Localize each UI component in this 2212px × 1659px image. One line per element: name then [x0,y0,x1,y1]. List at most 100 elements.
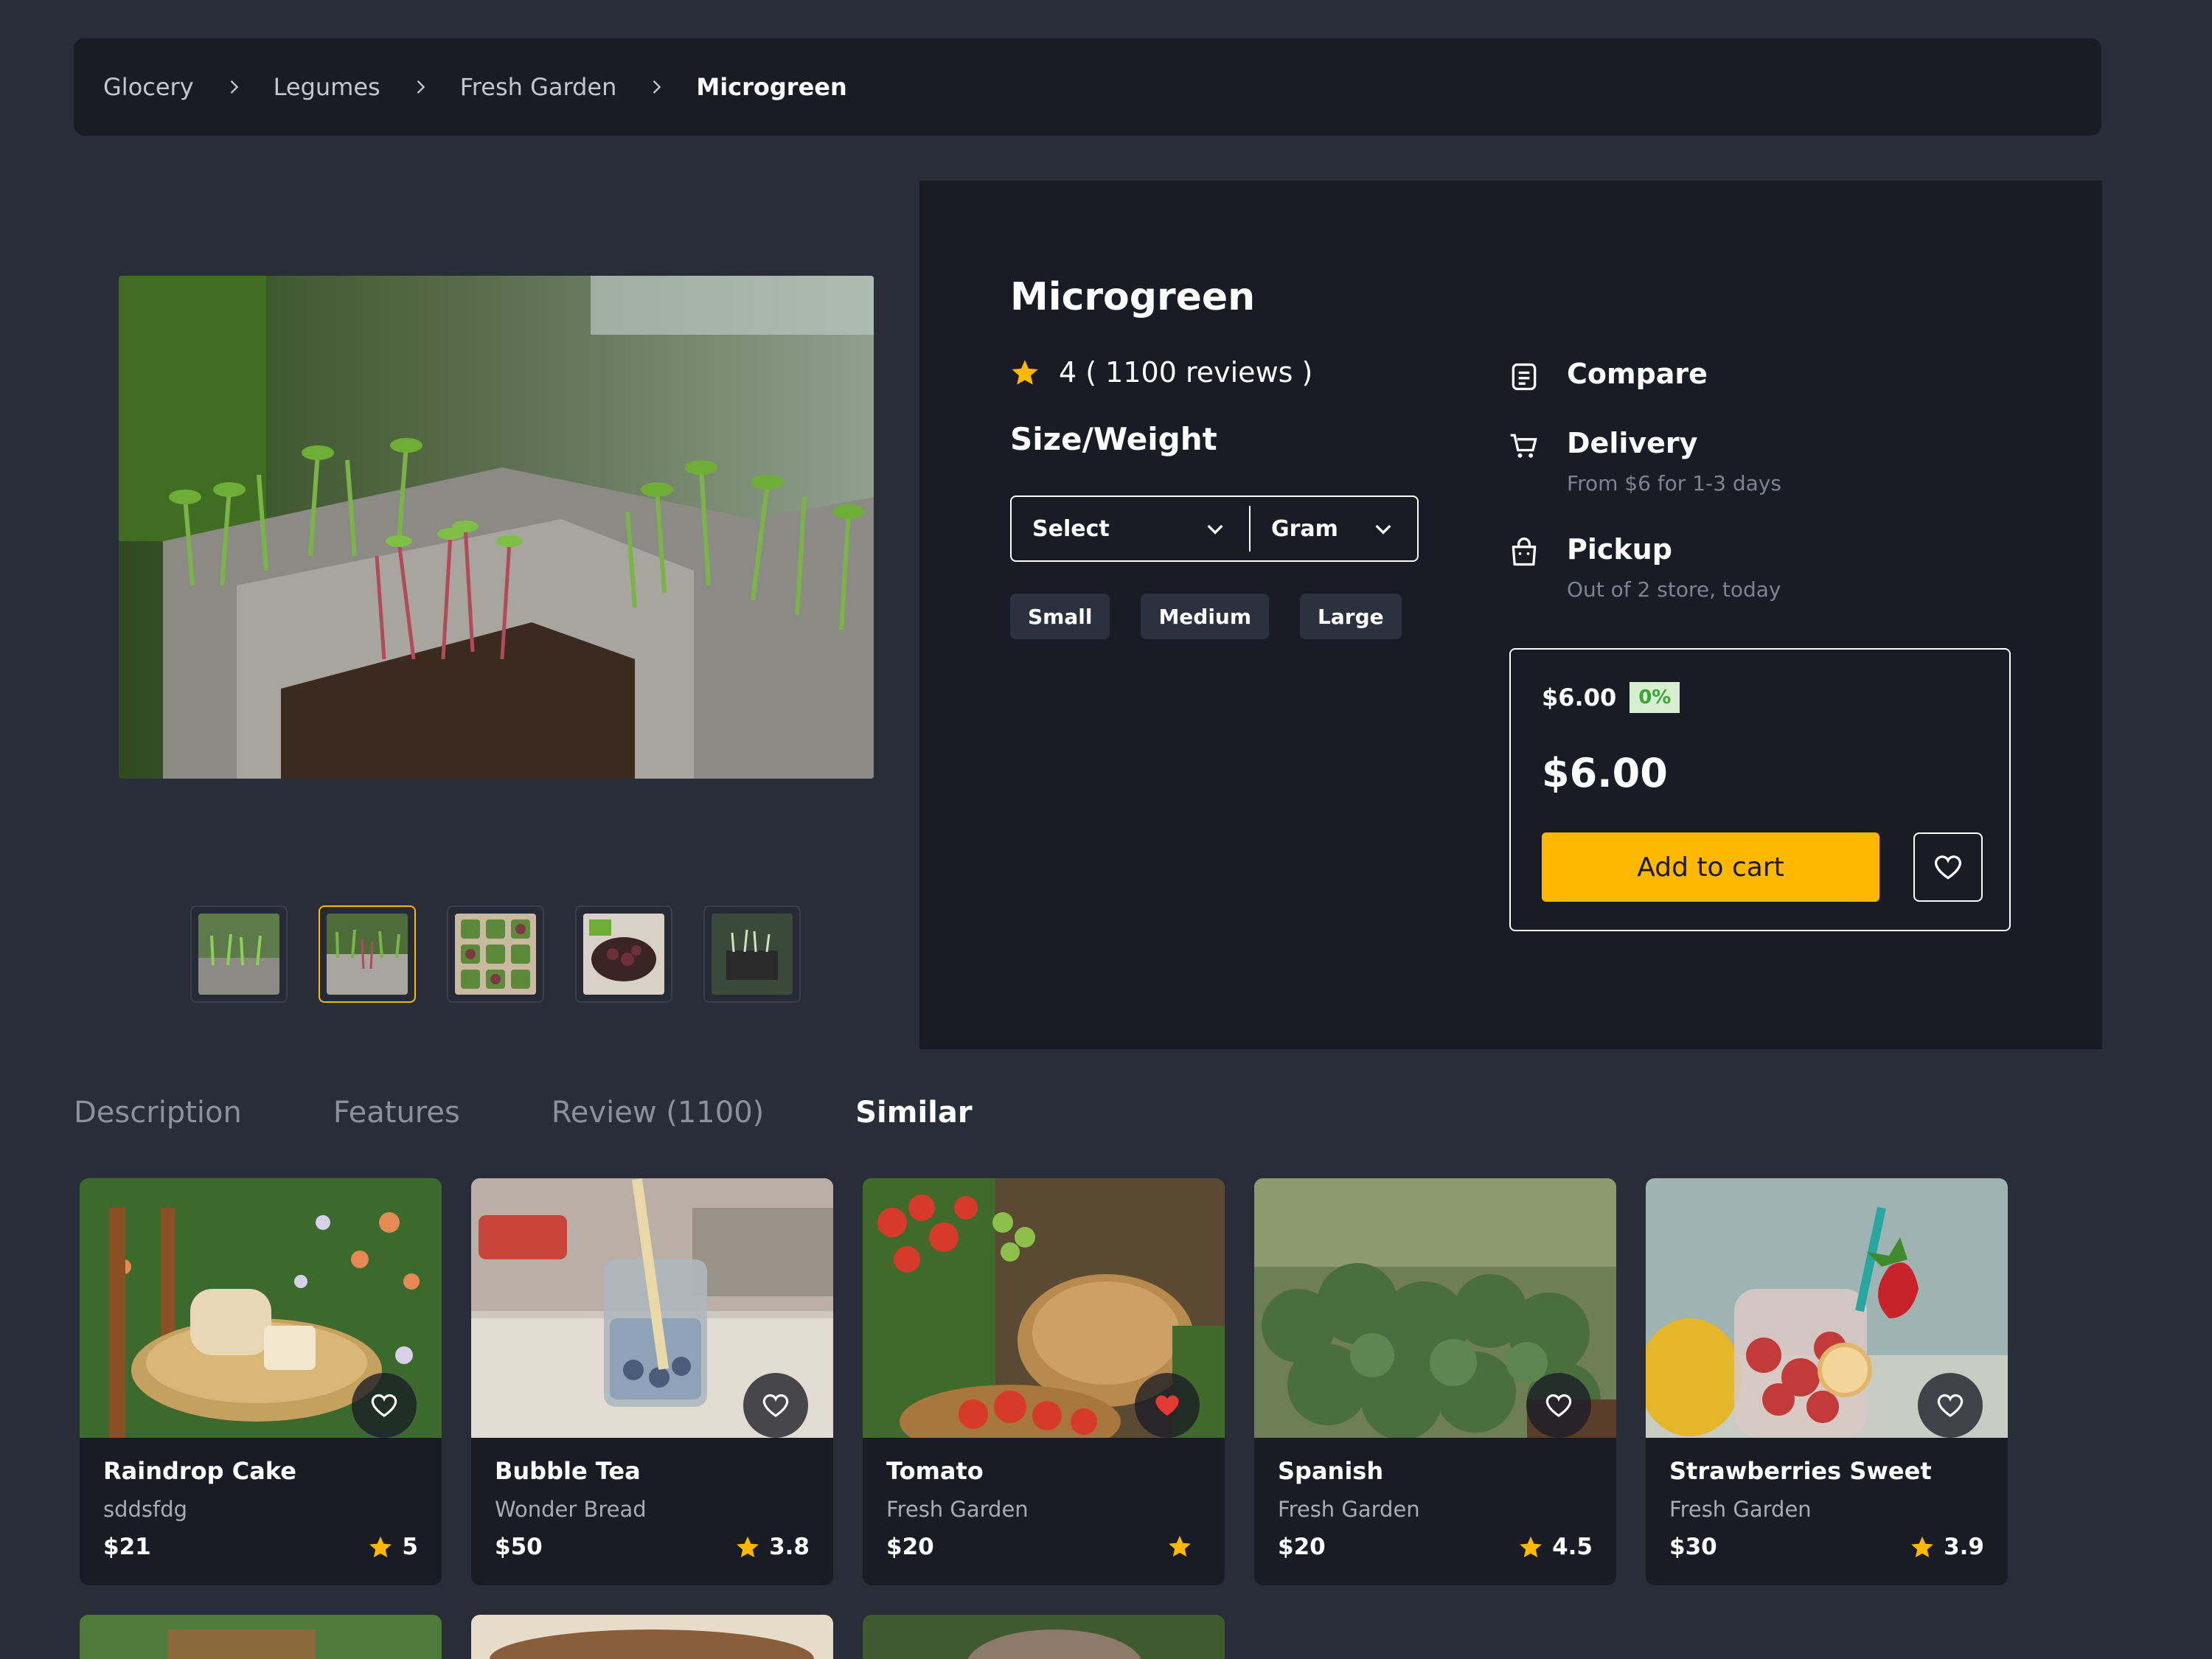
product-card-price: $30 [1669,1534,1717,1560]
compare-icon [1512,363,1537,391]
chevron-right-icon [407,74,434,100]
product-card-image [1646,1178,2008,1438]
discount-badge: 0% [1630,682,1680,713]
heart-icon [762,1394,789,1417]
size-weight-label: Size/Weight [1010,421,1217,457]
pickup-title: Pickup [1567,533,1672,566]
add-to-cart-button[interactable]: Add to cart [1542,832,1879,902]
product-card-store: Fresh Garden [1278,1497,1420,1522]
chevron-down-icon [1207,524,1223,535]
product-card-partial[interactable] [471,1615,833,1659]
compare-label: Compare [1567,358,1708,390]
product-rating: 4 ( 1100 reviews ) [1010,356,1312,389]
size-chip-large[interactable]: Large [1300,594,1402,639]
breadcrumb-item-fresh-garden[interactable]: Fresh Garden [460,73,617,101]
breadcrumb-current: Microgreen [696,73,847,101]
chevron-right-icon [220,74,247,100]
cart-icon [1510,434,1537,458]
product-card-rating-value: 3.8 [769,1534,810,1560]
thumbnail[interactable] [447,905,544,1003]
size-select[interactable]: Select [1012,506,1251,552]
product-card-rating: 4.5 [1518,1534,1593,1560]
thumbnail[interactable] [190,905,288,1003]
heart-icon [1545,1394,1572,1417]
product-card-price: $20 [1278,1534,1326,1560]
current-price: $6.00 [1542,750,1668,796]
unit-select[interactable]: Gram [1251,497,1417,560]
product-card-rating [1167,1534,1201,1559]
tab-similar[interactable]: Similar [855,1096,972,1130]
tab-description[interactable]: Description [74,1096,242,1130]
pickup-info: Pickup Out of 2 store, today [1508,533,1781,602]
product-card-store: Fresh Garden [1669,1497,1812,1522]
breadcrumb-item-glocery[interactable]: Glocery [103,73,194,101]
size-chip-medium[interactable]: Medium [1141,594,1270,639]
review-count[interactable]: ( 1100 reviews ) [1085,356,1312,389]
similar-products: Raindrop Cake sddsfdg $21 5 Bubble Tea W… [80,1178,2008,1585]
star-icon [1012,360,1038,385]
product-card[interactable]: Spanish Fresh Garden $20 4.5 [1254,1178,1616,1585]
thumbnail[interactable] [575,905,672,1003]
product-card-partial[interactable] [80,1615,442,1659]
product-card-rating-value: 5 [402,1534,418,1560]
product-card-image [1254,1178,1616,1438]
breadcrumb-item-legumes[interactable]: Legumes [274,73,380,101]
heart-icon [1937,1394,1964,1417]
product-card-rating: 3.9 [1910,1534,1984,1560]
product-card-rating: 5 [368,1534,418,1560]
star-icon [1520,1536,1542,1558]
tab-review[interactable]: Review (1100) [552,1096,764,1130]
favorite-button[interactable] [1918,1373,1983,1438]
thumbnail[interactable] [703,905,801,1003]
product-card-name: Raindrop Cake [103,1457,296,1485]
star-icon [1169,1535,1191,1557]
product-main-image [119,276,874,779]
delivery-info: Delivery From $6 for 1-3 days [1508,427,1781,495]
size-chip-small[interactable]: Small [1010,594,1110,639]
size-select-value: Select [1032,515,1110,542]
star-icon [1911,1536,1933,1558]
product-card-rating-value: 3.9 [1944,1534,1984,1560]
compare-link[interactable]: Compare [1508,358,1708,393]
favorite-button-active[interactable] [1135,1373,1200,1438]
breadcrumb: Glocery Legumes Fresh Garden Microgreen [74,38,2101,136]
product-info-panel: Microgreen 4 ( 1100 reviews ) Size/Weigh… [919,181,2102,1049]
unit-select-value: Gram [1271,515,1338,542]
product-card-partial[interactable] [863,1615,1225,1659]
favorite-button[interactable] [1526,1373,1591,1438]
bag-icon [1512,538,1537,566]
delivery-subtitle: From $6 for 1-3 days [1567,471,1781,495]
product-page: Glocery Legumes Fresh Garden Microgreen [0,0,2212,1659]
size-weight-select: Select Gram [1010,495,1419,562]
size-options: Small Medium Large [1010,594,1402,639]
product-title: Microgreen [1010,275,1256,319]
product-card-store: sddsfdg [103,1497,188,1522]
product-card-store: Wonder Bread [495,1497,647,1522]
thumbnail-active[interactable] [319,905,416,1003]
product-card[interactable]: Tomato Fresh Garden $20 [863,1178,1225,1585]
product-card-image [863,1178,1225,1438]
wishlist-button[interactable] [1913,832,1983,902]
pickup-subtitle: Out of 2 store, today [1567,577,1781,602]
thumbnail-list [190,905,801,1003]
product-card[interactable]: Bubble Tea Wonder Bread $50 3.8 [471,1178,833,1585]
product-card-name: Tomato [886,1457,984,1485]
product-card[interactable]: Strawberries Sweet Fresh Garden $30 3.9 [1646,1178,2008,1585]
product-card-name: Spanish [1278,1457,1384,1485]
product-card-name: Bubble Tea [495,1457,641,1485]
product-card-rating-value: 4.5 [1552,1534,1593,1560]
favorite-button[interactable] [743,1373,808,1438]
product-card-image [471,1178,833,1438]
chevron-down-icon [1375,524,1391,535]
favorite-button[interactable] [352,1373,417,1438]
tab-features[interactable]: Features [333,1096,460,1130]
product-card-name: Strawberries Sweet [1669,1457,1932,1485]
product-card[interactable]: Raindrop Cake sddsfdg $21 5 [80,1178,442,1585]
star-icon [369,1536,392,1558]
heart-icon [371,1394,397,1417]
chevron-right-icon [643,74,669,100]
heart-icon [1934,855,1962,880]
original-price: $6.00 0% [1542,682,1680,713]
original-price-value: $6.00 [1542,684,1617,712]
price-box: $6.00 0% $6.00 Add to cart [1509,648,2011,931]
